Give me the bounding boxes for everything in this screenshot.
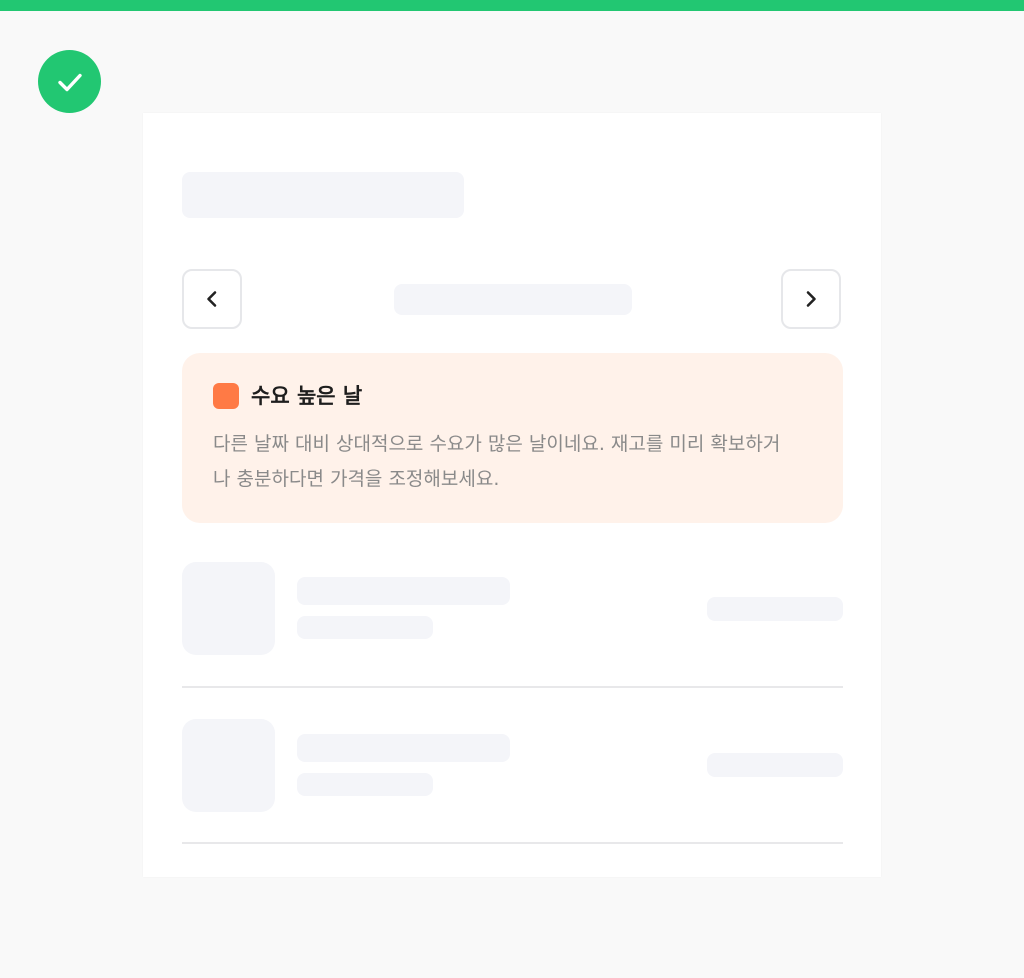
loading-card: 수요 높은 날 다른 날짜 대비 상대적으로 수요가 많은 날이네요. 재고를 …	[143, 113, 881, 877]
previous-date-button[interactable]	[182, 269, 242, 329]
success-check-icon	[38, 50, 101, 113]
list-divider	[182, 842, 843, 844]
list-item-value-skeleton	[707, 597, 843, 621]
list-item-subtitle-skeleton	[297, 616, 433, 639]
title-skeleton	[182, 172, 464, 218]
list-item-title-skeleton	[297, 577, 510, 605]
chevron-right-icon	[806, 291, 816, 307]
list-item-value-skeleton	[707, 753, 843, 777]
high-demand-description: 다른 날짜 대비 상대적으로 수요가 많은 날이네요. 재고를 미리 확보하거나…	[213, 433, 781, 490]
date-label-skeleton	[394, 284, 632, 315]
high-demand-notice: 수요 높은 날 다른 날짜 대비 상대적으로 수요가 많은 날이네요. 재고를 …	[182, 353, 843, 523]
checkmark-icon	[57, 73, 82, 91]
list-item-thumbnail-skeleton	[182, 562, 275, 655]
list-item-subtitle-skeleton	[297, 773, 433, 796]
high-demand-legend-swatch	[213, 383, 239, 409]
next-date-button[interactable]	[781, 269, 841, 329]
chevron-left-icon	[207, 291, 217, 307]
top-accent-bar	[0, 0, 1024, 11]
list-divider	[182, 686, 843, 688]
list-item-thumbnail-skeleton	[182, 719, 275, 812]
high-demand-title: 수요 높은 날	[251, 384, 363, 408]
list-item-title-skeleton	[297, 734, 510, 762]
